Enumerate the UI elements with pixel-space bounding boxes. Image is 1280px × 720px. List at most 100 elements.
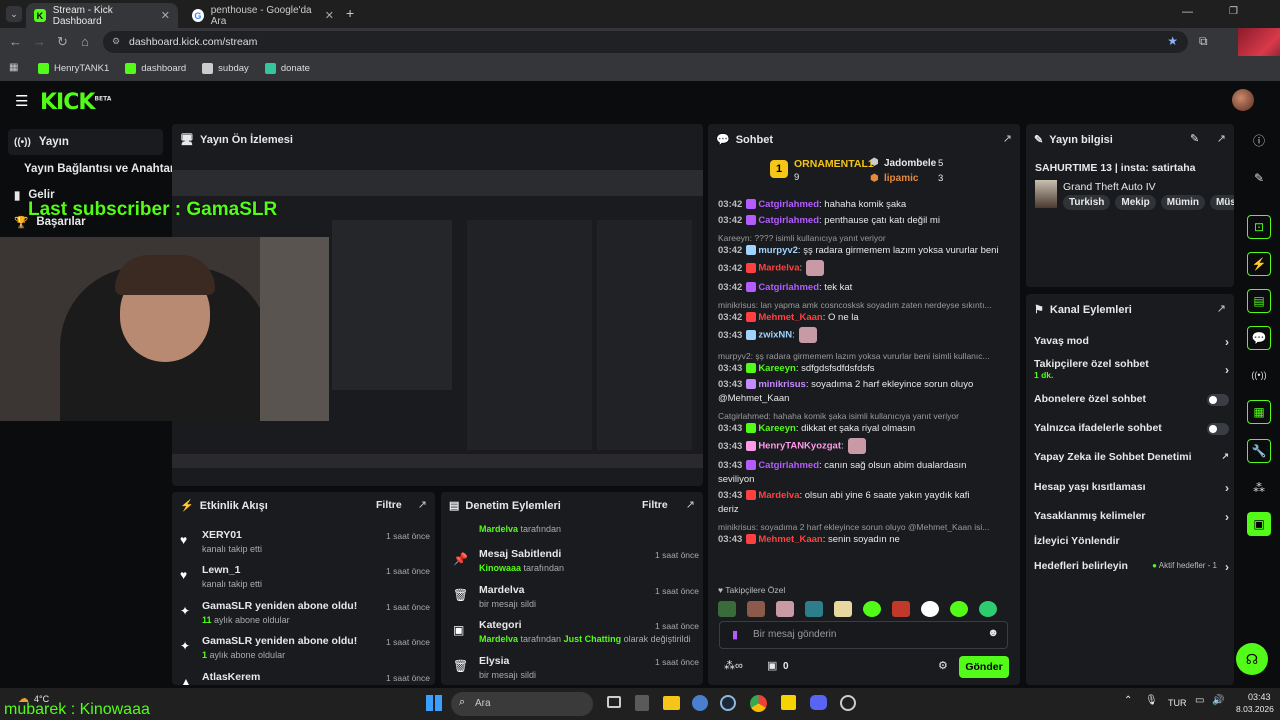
emote[interactable] — [747, 601, 765, 617]
emote[interactable] — [892, 601, 910, 617]
chat-message[interactable]: 03:42 Catgirlahmed: penthause çatı katı d… — [718, 214, 1018, 228]
chat-username[interactable]: Catgirlahmed — [758, 215, 819, 226]
users-icon[interactable]: ⁂∞ — [724, 659, 743, 672]
address-bar[interactable]: ⚙ dashboard.kick.com/stream ★ — [103, 31, 1188, 53]
emote[interactable] — [776, 601, 794, 617]
emote[interactable] — [805, 601, 823, 617]
game-icon[interactable]: ▣ — [1247, 512, 1271, 536]
bookmark-star-icon[interactable]: ★ — [1167, 34, 1178, 48]
chat-message[interactable]: 03:42 Mehmet_Kaan: O ne la — [718, 311, 1018, 325]
popout-icon[interactable]: ↗ — [686, 498, 695, 511]
restore-icon[interactable]: ❐ — [1229, 6, 1238, 17]
filter-button[interactable]: Filtre — [376, 499, 402, 511]
chat-message[interactable]: 03:42 murpyv2: şş radara girmemem lazım y… — [718, 244, 1018, 258]
close-tab-icon[interactable]: ✕ — [325, 9, 334, 22]
clip-icon[interactable]: ⊡ — [1247, 215, 1271, 239]
tag-chip[interactable]: Müs — [1209, 195, 1234, 210]
chat-message[interactable]: 03:43 Mehmet_Kaan: senin soyadın ne — [718, 533, 1018, 547]
action-account-age[interactable]: Hesap yaşı kısıtlaması › — [1034, 481, 1229, 495]
windows-start-icon[interactable] — [426, 695, 442, 711]
chat-username[interactable]: Mardelva — [758, 263, 799, 274]
sticky-notes-icon[interactable] — [781, 695, 796, 710]
clock-time[interactable]: 03:43 — [1248, 692, 1271, 702]
emote[interactable] — [921, 601, 939, 617]
mic-icon[interactable]: ▮ — [732, 628, 738, 641]
chat-message[interactable]: 03:42 Catgirlahmed: tek kat — [718, 281, 1018, 295]
chat-message[interactable]: 03:42 Catgirlahmed: hahaha komik şaka — [718, 198, 1018, 212]
settings-gear-icon[interactable]: ⚙ — [938, 659, 948, 672]
emote[interactable] — [718, 601, 736, 617]
emote[interactable] — [834, 601, 852, 617]
file-explorer-icon[interactable] — [663, 696, 680, 710]
site-info-icon[interactable]: ⚙ — [112, 36, 120, 47]
chat-username[interactable]: Mehmet_Kaan — [758, 534, 822, 545]
tab-kick-dashboard[interactable]: K Stream - Kick Dashboard ✕ — [26, 3, 178, 28]
popout-icon[interactable]: ↗ — [1217, 302, 1226, 315]
tag-chip[interactable]: Mümin — [1160, 195, 1205, 210]
chat-message[interactable]: 03:42 Mardelva: — [718, 260, 1018, 276]
tag-chip[interactable]: Turkish — [1063, 195, 1111, 210]
home-icon[interactable]: ⌂ — [81, 34, 89, 49]
action-emotes-only[interactable]: Yalnızca ifadelerle sohbet — [1034, 422, 1229, 436]
clipboard-icon[interactable]: ▤ — [1247, 289, 1271, 313]
chat-input[interactable]: ▮ Bir mesaj gönderin ☻ — [719, 621, 1008, 649]
emoji-icon[interactable]: ☻ — [987, 627, 999, 639]
volume-icon[interactable]: 🔊 — [1212, 695, 1224, 706]
apps-grid-icon[interactable]: ▦ — [9, 62, 18, 73]
bookmark-subday[interactable]: subday — [202, 63, 249, 74]
action-followers-only[interactable]: Takipçilere özel sohbet 1 dk. › — [1034, 358, 1229, 382]
close-tab-icon[interactable]: ✕ — [161, 9, 170, 22]
task-view-icon[interactable] — [607, 696, 621, 708]
send-button[interactable]: Gönder — [959, 656, 1009, 678]
forward-icon[interactable]: → — [33, 34, 46, 49]
popout-icon[interactable]: ↗ — [1003, 132, 1012, 145]
chrome-icon[interactable] — [750, 695, 767, 712]
chat-username[interactable]: Kareeyn — [758, 363, 796, 374]
emote[interactable] — [863, 601, 881, 617]
chat-username[interactable]: Catgirlahmed — [758, 282, 819, 293]
emote[interactable] — [950, 601, 968, 617]
chat-username[interactable]: minikrisus — [758, 379, 806, 390]
taskbar-search[interactable]: ⌕ Ara — [451, 692, 593, 716]
popout-icon[interactable]: ↗ — [1217, 132, 1226, 145]
toggle-switch[interactable] — [1207, 423, 1229, 435]
minimize-icon[interactable]: — — [1182, 6, 1193, 18]
clock-date[interactable]: 8.03.2026 — [1236, 704, 1274, 714]
wrench-icon[interactable]: 🔧 — [1247, 439, 1271, 463]
action-slow-mode[interactable]: Yavaş mod › — [1034, 335, 1229, 349]
popout-icon[interactable]: ↗ — [418, 498, 427, 511]
hamburger-menu-icon[interactable]: ☰ — [15, 92, 28, 110]
chat-username[interactable]: Mardelva — [758, 490, 799, 501]
chat-username[interactable]: murpyv2 — [758, 245, 798, 256]
edit-icon[interactable]: ✎ — [1190, 132, 1199, 145]
action-banned-words[interactable]: Yasaklanmış kelimeler › — [1034, 510, 1229, 524]
chat-icon[interactable]: 💬 — [1247, 326, 1271, 350]
chat-message[interactable]: 03:43 zwixNN: — [718, 327, 1018, 343]
tab-list-chevron-icon[interactable]: ⌄ — [6, 6, 22, 22]
language-indicator[interactable]: TUR — [1168, 698, 1187, 708]
info-icon[interactable]: ⓘ — [1247, 128, 1271, 152]
tag-chip[interactable]: Mekip — [1115, 195, 1156, 210]
sidebar-item-stream-key[interactable]: Yayın Bağlantısı ve Anahtarı — [18, 156, 178, 182]
chat-username[interactable]: Kareeyn — [758, 423, 796, 434]
tray-chevron-icon[interactable]: ⌃ — [1124, 695, 1132, 706]
lightning-icon[interactable]: ⚡ — [1247, 252, 1271, 276]
bookmark-donate[interactable]: donate — [264, 63, 310, 74]
calculator-icon[interactable] — [635, 695, 649, 711]
tab-google-search[interactable]: G penthouse - Google'da Ara ✕ — [184, 3, 342, 28]
chat-username[interactable]: Catgirlahmed — [758, 199, 819, 210]
chat-username[interactable]: HenryTANKyozgat — [758, 441, 841, 452]
toggle-switch[interactable] — [1207, 394, 1229, 406]
extensions-icon[interactable]: ⧉ — [1199, 34, 1208, 49]
edit-pencil-icon[interactable]: ✎ — [1247, 166, 1271, 190]
emote[interactable] — [979, 601, 997, 617]
app-icon[interactable] — [840, 695, 856, 711]
server-icon[interactable]: ▦ — [1247, 400, 1271, 424]
chat-username[interactable]: zwixNN — [758, 330, 792, 341]
support-headset-icon[interactable]: ☊ — [1236, 643, 1268, 675]
network-icon[interactable]: ▭ — [1195, 695, 1204, 706]
action-host[interactable]: İzleyici Yönlendir — [1034, 535, 1229, 549]
chat-message[interactable]: 03:43 HenryTANKyozgat: — [718, 438, 1018, 454]
reload-icon[interactable]: ↻ — [57, 34, 68, 50]
action-goals[interactable]: Hedefleri belirleyin ● Aktif hedefler - 1… — [1034, 560, 1229, 574]
